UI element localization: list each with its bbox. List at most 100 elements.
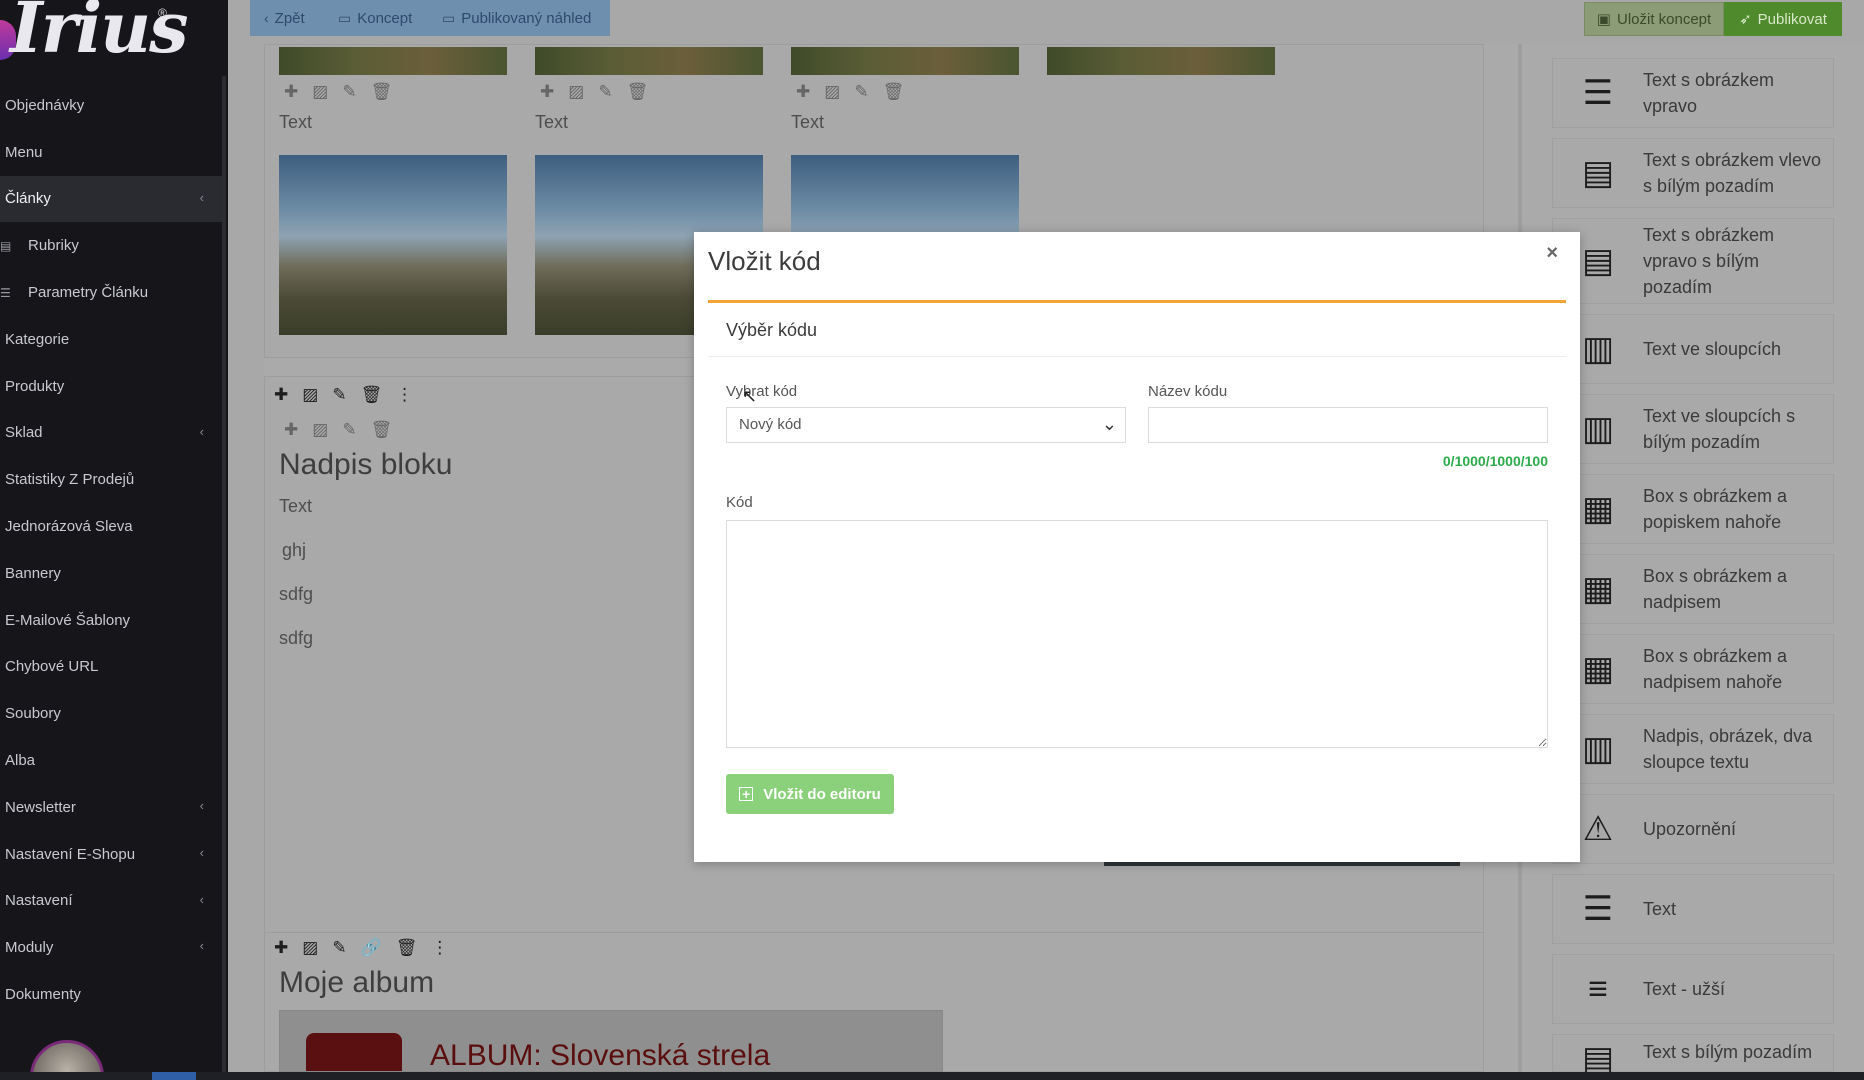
taskbar-active-item[interactable] <box>152 1072 196 1080</box>
sidebar-item-categories[interactable]: Kategorie <box>0 316 224 363</box>
block-text-narrow[interactable]: ≡ Text - užší <box>1552 954 1834 1024</box>
link-icon[interactable]: 🔗 <box>361 938 382 960</box>
sidebar-item-files[interactable]: Soubory <box>0 690 224 737</box>
block-warning[interactable]: ⚠ Upozornění <box>1552 794 1834 864</box>
pencil-icon[interactable]: ✎ <box>332 385 346 407</box>
sidebar-item-albums[interactable]: Alba <box>0 737 224 784</box>
sidebar-item-error-urls[interactable]: Chybové URL <box>0 644 224 691</box>
block-box-image-caption-top[interactable]: ▦ Box s obrázkem a popiskem nahoře <box>1552 474 1834 544</box>
block-text[interactable]: ☰ Text <box>1552 874 1834 944</box>
block-box-image-heading[interactable]: ▦ Box s obrázkem a nadpisem <box>1552 554 1834 624</box>
trash-icon[interactable]: 🗑 <box>361 385 383 407</box>
image-icon[interactable]: ▨ <box>312 420 328 442</box>
sidebar-item-modules[interactable]: Moduly ‹ <box>0 924 224 971</box>
block-text-image-right[interactable]: ☰ Text s obrázkem vpravo <box>1552 58 1834 128</box>
plus-icon[interactable]: ✚ <box>284 420 298 442</box>
block-text-columns-white[interactable]: ▥ Text ve sloupcích s bílým pozadím <box>1552 394 1834 464</box>
publish-button[interactable]: ➶ Publikovat <box>1724 2 1842 36</box>
insert-button-label: Vložit do editoru <box>763 785 881 803</box>
album-banner-text: ALBUM: Slovenská strela <box>430 1039 771 1072</box>
sidebar-item-article-params[interactable]: ☰ Parametry Článku <box>0 269 224 316</box>
more-vertical-icon[interactable]: ⋮ <box>396 385 413 407</box>
insert-into-editor-button[interactable]: + Vložit do editoru <box>726 774 894 814</box>
block-heading-image-two-columns[interactable]: ▥ Nadpis, obrázek, dva sloupce textu <box>1552 714 1834 784</box>
pencil-icon[interactable]: ✎ <box>342 420 356 442</box>
block-text[interactable]: Text <box>279 496 312 517</box>
sidebar-item-sales-stats[interactable]: Statistiky Z Prodejů <box>0 456 224 503</box>
sidebar-item-newsletter[interactable]: Newsletter ‹ <box>0 784 224 831</box>
code-name-input[interactable] <box>1148 407 1548 443</box>
image-icon[interactable]: ▨ <box>302 938 318 960</box>
plus-icon[interactable]: ✚ <box>274 938 288 960</box>
more-vertical-icon[interactable]: ⋮ <box>431 938 448 960</box>
block-text-image-right-white[interactable]: ▤ Text s obrázkem vpravo s bílým pozadím <box>1552 218 1834 304</box>
block-text-image-left-white[interactable]: ▤ Text s obrázkem vlevo s bílým pozadím <box>1552 138 1834 208</box>
pencil-icon[interactable]: ✎ <box>598 82 612 104</box>
section-title: Výběr kódu <box>726 320 818 340</box>
block-text-columns[interactable]: ▥ Text ve sloupcích <box>1552 314 1834 384</box>
pencil-icon[interactable]: ✎ <box>342 82 356 104</box>
sidebar-item-label: Nastavení E-Shopu <box>5 845 136 863</box>
column-text[interactable]: Text <box>791 112 824 133</box>
column-text[interactable]: Text <box>535 112 568 133</box>
block-label: Upozornění <box>1643 819 1737 839</box>
image-icon[interactable]: ▨ <box>568 82 584 104</box>
sidebar-item-banners[interactable]: Bannery <box>0 550 224 597</box>
block-heading[interactable]: Nadpis bloku <box>279 448 452 482</box>
album-heading[interactable]: Moje album <box>279 966 434 1000</box>
trash-icon[interactable]: 🗑 <box>371 420 393 442</box>
published-preview-button[interactable]: ▭ Publikovaný náhled <box>428 0 610 36</box>
save-draft-button[interactable]: ▣ Uložit koncept <box>1584 2 1724 36</box>
sidebar-item-products[interactable]: Produkty <box>0 363 224 410</box>
sidebar-item-documents[interactable]: Dokumenty <box>0 971 224 1018</box>
plus-icon[interactable]: ✚ <box>540 82 554 104</box>
trash-icon[interactable]: 🗑 <box>396 938 418 960</box>
block-text-white-bg[interactable]: ▤ Text s bílým pozadím <box>1552 1034 1834 1078</box>
sidebar-item-orders[interactable]: Objednávky <box>0 82 224 129</box>
image-icon[interactable]: ▨ <box>302 385 318 407</box>
plus-icon[interactable]: ✚ <box>284 82 298 104</box>
image-icon[interactable]: ▨ <box>312 82 328 104</box>
logo[interactable]: Irius ® <box>0 0 228 69</box>
plus-icon[interactable]: ✚ <box>796 82 810 104</box>
trash-icon[interactable]: 🗑 <box>627 82 649 104</box>
sidebar-item-settings[interactable]: Nastavení ‹ <box>0 878 224 925</box>
image-icon[interactable]: ▨ <box>824 82 840 104</box>
trash-icon[interactable]: 🗑 <box>883 82 905 104</box>
sidebar-scrollbar[interactable] <box>222 76 226 1076</box>
pencil-icon[interactable]: ✎ <box>854 82 868 104</box>
sidebar: Irius ® Objednávky Menu Články ‹ ▤ Rubriky… <box>0 0 228 1080</box>
sidebar-item-stock[interactable]: Sklad ‹ <box>0 410 224 457</box>
publish-label: Publikovat <box>1757 10 1827 28</box>
draft-button[interactable]: ▭ Koncept <box>324 0 428 36</box>
sidebar-item-rubrics[interactable]: ▤ Rubriky <box>0 222 224 269</box>
pencil-icon[interactable]: ✎ <box>332 938 346 960</box>
back-button[interactable]: ‹ Zpět <box>250 0 324 36</box>
select-code-dropdown[interactable]: Nový kód ⌄ <box>726 407 1126 443</box>
block-box-image-heading-top[interactable]: ▦ Box s obrázkem a nadpisem nahoře <box>1552 634 1834 704</box>
sidebar-item-label: Nastavení <box>5 892 73 910</box>
plus-icon[interactable]: ✚ <box>274 385 288 407</box>
trash-icon[interactable]: 🗑 <box>371 82 393 104</box>
chevron-left-icon: ‹ <box>199 797 204 813</box>
character-counter: 0/1000/1000/100 <box>1442 453 1548 469</box>
code-textarea[interactable] <box>726 520 1548 748</box>
landscape-image[interactable] <box>279 155 507 335</box>
sidebar-item-email-templates[interactable]: E-Mailové Šablony <box>0 597 224 644</box>
close-icon[interactable]: × <box>1546 242 1558 265</box>
save-draft-label: Uložit koncept <box>1616 10 1712 28</box>
column-text[interactable]: Text <box>279 112 312 133</box>
text-line[interactable]: sdfg <box>279 628 313 649</box>
sidebar-item-one-time-discount[interactable]: Jednorázová Sleva <box>0 503 224 550</box>
text-line[interactable]: sdfg <box>279 584 313 605</box>
sidebar-item-eshop-settings[interactable]: Nastavení E-Shopu ‹ <box>0 831 224 878</box>
sidebar-item-label: Chybové URL <box>5 658 99 676</box>
sidebar-item-menu[interactable]: Menu <box>0 129 224 176</box>
image-thumbnail <box>791 47 1019 75</box>
chevron-left-icon: ‹ <box>199 844 204 860</box>
image-thumbnail <box>279 47 507 75</box>
block-label: Box s obrázkem a nadpisem nahoře <box>1643 646 1788 692</box>
text-line[interactable]: ghj <box>282 540 306 561</box>
album-preview[interactable]: ALBUM: Slovenská strela <box>279 1010 943 1072</box>
sidebar-item-articles[interactable]: Články ‹ <box>0 175 224 223</box>
